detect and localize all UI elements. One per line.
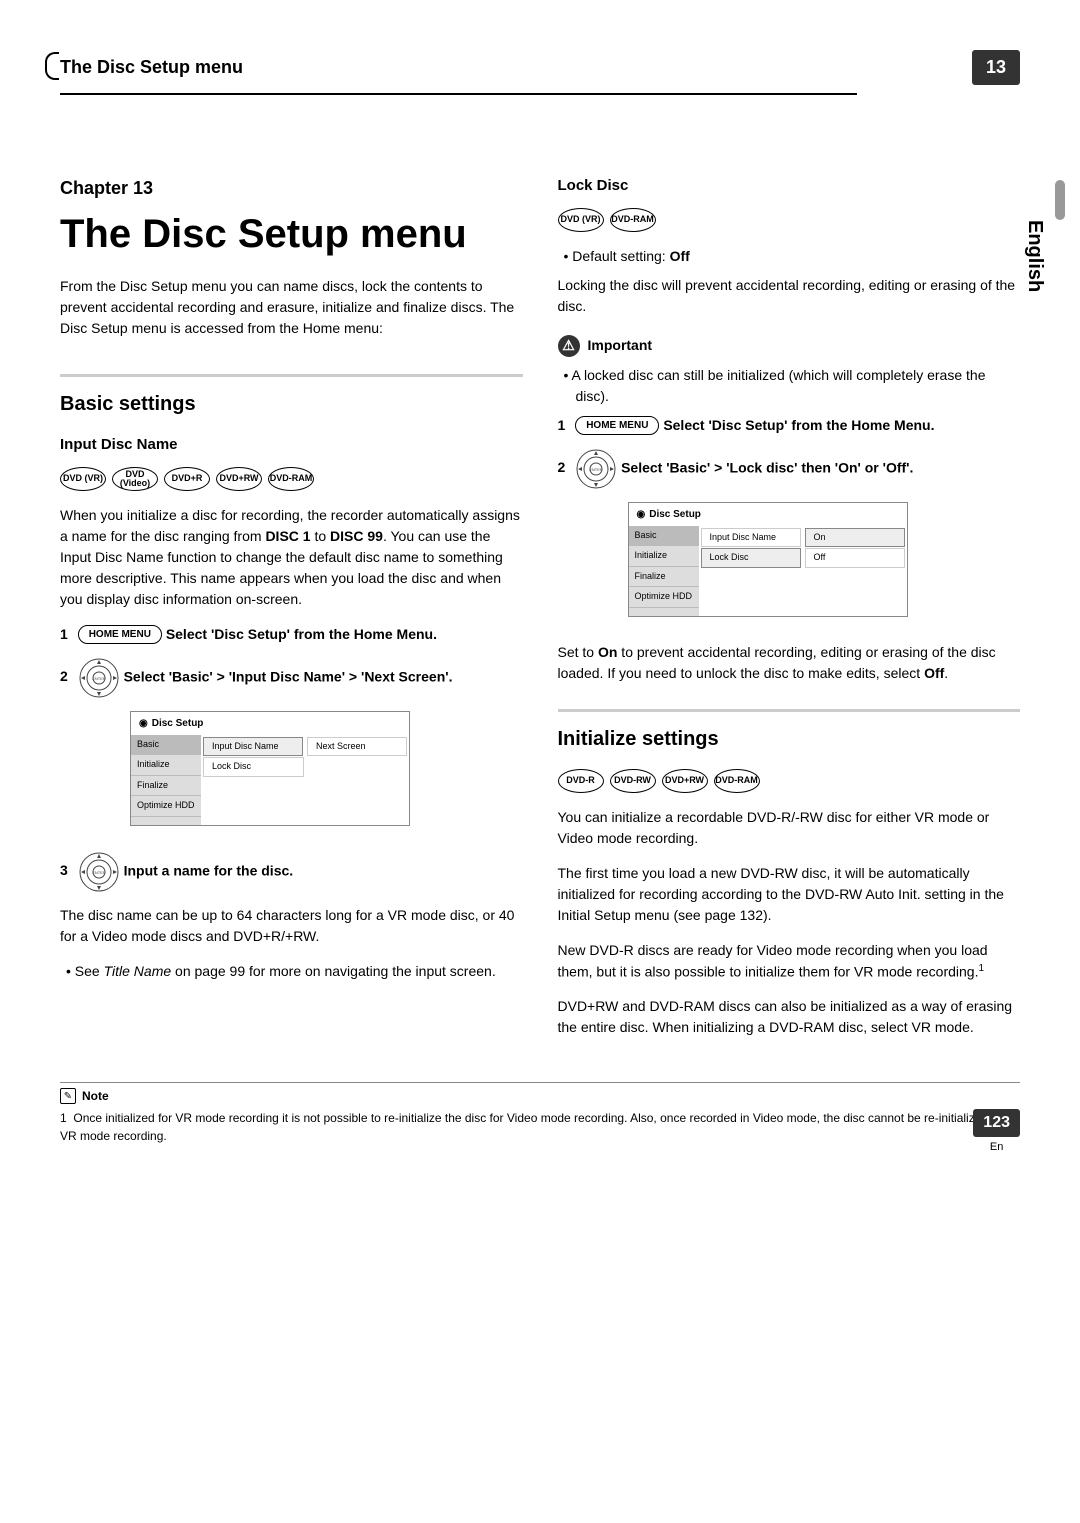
important-bullet: • A locked disc can still be initialized… (558, 365, 1021, 407)
badge-dvd-ram: DVD-RAM (268, 467, 314, 491)
menu-sidebar-item: Finalize (629, 567, 699, 588)
step-2: 2 ENTER Select 'Basic' > 'Input Disc Nam… (60, 657, 523, 699)
disc-setup-menu-screenshot-2: ◉ Disc Setup Basic Initialize Finalize O… (628, 502, 908, 617)
badge-dvd-vr: DVD (VR) (60, 467, 106, 491)
step-3-description: The disc name can be up to 64 characters… (60, 905, 523, 947)
header-title: The Disc Setup menu (60, 54, 243, 81)
chapter-number-badge: 13 (972, 50, 1020, 85)
badge-dvd-plus-rw: DVD+RW (662, 769, 708, 793)
disc-icon: ◉ (637, 507, 646, 522)
lock-disc-heading: Lock Disc (558, 175, 1021, 198)
chapter-label: Chapter 13 (60, 175, 523, 202)
navigation-pad-icon: ENTER (575, 448, 617, 490)
disc-format-badges: DVD (VR) DVD (Video) DVD+R DVD+RW DVD-RA… (60, 467, 523, 491)
badge-dvd-plus-r: DVD+R (164, 467, 210, 491)
language-label: English (1020, 220, 1050, 292)
menu-value (308, 757, 407, 777)
svg-text:ENTER: ENTER (589, 467, 603, 472)
svg-text:ENTER: ENTER (92, 676, 106, 681)
badge-dvd-ram: DVD-RAM (610, 208, 656, 232)
disc-format-badges: DVD (VR) DVD-RAM (558, 208, 1021, 232)
init-p2: The first time you load a new DVD-RW dis… (558, 863, 1021, 926)
header-rule (60, 93, 857, 95)
home-menu-button-icon: HOME MENU (575, 416, 659, 435)
initialize-settings-heading: Initialize settings (558, 724, 1021, 754)
badge-dvd-rw: DVD-RW (610, 769, 656, 793)
default-setting: • Default setting: Off (558, 246, 1021, 267)
menu-sidebar-item: Initialize (629, 546, 699, 567)
menu-value: On (805, 528, 905, 548)
input-disc-name-description: When you initialize a disc for recording… (60, 505, 523, 610)
warning-icon: ⚠ (558, 335, 580, 357)
disc-icon: ◉ (139, 716, 148, 731)
disc-setup-menu-screenshot-1: ◉ Disc Setup Basic Initialize Finalize O… (130, 711, 410, 826)
note-label: Note (82, 1087, 109, 1105)
page-title: The Disc Setup menu (60, 204, 523, 264)
menu-option: Lock Disc (203, 757, 304, 777)
init-p3: New DVD-R discs are ready for Video mode… (558, 940, 1021, 983)
section-rule (60, 374, 523, 377)
home-menu-button-icon: HOME MENU (78, 625, 162, 644)
step-1: 1 HOME MENU Select 'Disc Setup' from the… (60, 624, 523, 645)
footer-lang: En (973, 1139, 1020, 1156)
menu-sidebar-item: Optimize HDD (629, 587, 699, 608)
menu-sidebar-item: Basic (131, 735, 201, 756)
intro-text: From the Disc Setup menu you can name di… (60, 276, 523, 339)
page-number: 123 (973, 1109, 1020, 1137)
see-also-bullet: • See Title Name on page 99 for more on … (60, 961, 523, 982)
footnote-section: ✎ Note 1 Once initialized for VR mode re… (60, 1082, 1020, 1145)
menu-title: ◉ Disc Setup (131, 712, 409, 735)
basic-settings-heading: Basic settings (60, 389, 523, 419)
badge-dvd-plus-rw: DVD+RW (216, 467, 262, 491)
disc-format-badges: DVD-R DVD-RW DVD+RW DVD-RAM (558, 769, 1021, 793)
language-tab (1055, 180, 1065, 220)
menu-sidebar-item: Finalize (131, 776, 201, 797)
menu-option: Input Disc Name (701, 528, 801, 548)
menu-sidebar-item: Basic (629, 526, 699, 547)
menu-sidebar-item: Optimize HDD (131, 796, 201, 817)
step-3: 3 ENTER Input a name for the disc. (60, 851, 523, 893)
menu-title: ◉ Disc Setup (629, 503, 907, 526)
note-icon: ✎ (60, 1088, 76, 1104)
important-header: ⚠ Important (558, 335, 1021, 357)
input-disc-name-heading: Input Disc Name (60, 434, 523, 457)
section-rule (558, 709, 1021, 712)
lock-disc-after: Set to On to prevent accidental recordin… (558, 642, 1021, 684)
init-p4: DVD+RW and DVD-RAM discs can also be ini… (558, 996, 1021, 1038)
menu-option: Input Disc Name (203, 737, 303, 757)
lock-disc-description: Locking the disc will prevent accidental… (558, 275, 1021, 317)
badge-dvd-r: DVD-R (558, 769, 604, 793)
badge-dvd-vr: DVD (VR) (558, 208, 604, 232)
menu-sidebar-item: Initialize (131, 755, 201, 776)
menu-value: Next Screen (307, 737, 407, 757)
lock-step-2: 2 ENTER Select 'Basic' > 'Lock disc' the… (558, 448, 1021, 490)
menu-value: Off (805, 548, 905, 568)
footnote-text: 1 Once initialized for VR mode recording… (60, 1109, 1020, 1145)
init-p1: You can initialize a recordable DVD-R/-R… (558, 807, 1021, 849)
navigation-pad-icon: ENTER (78, 851, 120, 893)
navigation-pad-icon: ENTER (78, 657, 120, 699)
svg-text:ENTER: ENTER (92, 870, 106, 875)
badge-dvd-ram: DVD-RAM (714, 769, 760, 793)
lock-step-1: 1 HOME MENU Select 'Disc Setup' from the… (558, 415, 1021, 436)
menu-option: Lock Disc (701, 548, 801, 568)
badge-dvd-video: DVD (Video) (112, 467, 158, 491)
